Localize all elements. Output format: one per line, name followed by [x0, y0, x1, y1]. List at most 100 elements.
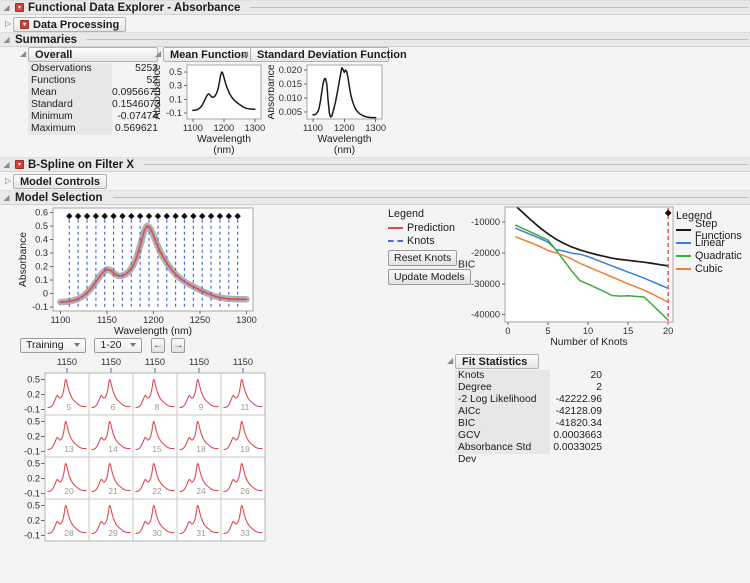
training-select-value: Training — [26, 339, 64, 351]
svg-text:BIC: BIC — [458, 260, 476, 271]
svg-text:-0.1: -0.1 — [32, 302, 48, 312]
training-select[interactable]: Training — [20, 337, 86, 353]
disclosure-closed-icon[interactable]: ▷ — [5, 20, 11, 28]
svg-text:0.2: 0.2 — [35, 262, 48, 272]
svg-text:-40000: -40000 — [471, 310, 500, 320]
svg-text:1250: 1250 — [190, 315, 211, 325]
reset-knots-button[interactable]: Reset Knots — [388, 250, 458, 266]
svg-text:1200: 1200 — [143, 315, 164, 325]
line-swatch — [676, 267, 691, 270]
fit-statistics-table: Knots 20 Degree 2 -2 Log Likelihood -42222.96… — [455, 370, 602, 465]
function-grid[interactable]: 1150 1150 1150 1150 1150 0.5 0.2 -0.1 5 6 8 9 11 0.5 0… — [20, 356, 270, 552]
table-row: Observations 5252 — [28, 63, 158, 75]
legend-item-label: Quadratic — [695, 249, 742, 262]
legend-item[interactable]: Step Functions — [676, 218, 750, 242]
red-triangle-menu-icon[interactable]: ▾ — [15, 3, 24, 12]
model-fit-chart[interactable]: 0.6 0.5 0.4 0.3 0.2 0.1 0 -0.11100 1150 1200 1250 1… — [14, 204, 276, 350]
svg-text:-0.1: -0.1 — [166, 108, 182, 118]
svg-text:-0.1: -0.1 — [24, 447, 40, 457]
mini-plot-id: 19 — [240, 444, 250, 454]
svg-text:Absorbance: Absorbance — [18, 232, 29, 287]
section-title: Model Selection — [15, 191, 103, 204]
mini-plot-id: 30 — [152, 528, 162, 538]
disclosure-open-icon[interactable]: ◢ — [155, 50, 161, 58]
divider — [144, 164, 748, 165]
mini-plot-id: 20 — [64, 486, 74, 496]
previous-page-button[interactable]: ← — [150, 338, 165, 353]
table-row-label: Knots — [455, 370, 550, 382]
legend-item[interactable]: Quadratic — [676, 249, 750, 262]
mini-plot-id: 24 — [196, 486, 206, 496]
next-page-button[interactable]: → — [171, 338, 186, 353]
svg-text:1150: 1150 — [97, 315, 117, 325]
mini-plot-id: 18 — [196, 444, 206, 454]
disclosure-open-icon[interactable]: ◢ — [447, 357, 453, 365]
table-row: GCV 0.0003663 — [455, 430, 602, 442]
mini-plot-id: 5 — [67, 402, 72, 412]
svg-text:0.3: 0.3 — [35, 248, 48, 258]
disclosure-open-icon[interactable]: ◢ — [2, 193, 11, 202]
range-select[interactable]: 1-20 — [94, 337, 143, 353]
svg-text:1300: 1300 — [236, 315, 257, 325]
svg-text:5: 5 — [545, 326, 550, 336]
section-header-std-function[interactable]: Standard Deviation Function — [250, 47, 407, 62]
section-title: Model Controls — [20, 175, 101, 188]
svg-text:0.5: 0.5 — [27, 417, 40, 427]
disclosure-open-icon[interactable]: ◢ — [2, 35, 11, 44]
red-triangle-menu-icon[interactable]: ▾ — [20, 20, 29, 29]
svg-text:1150: 1150 — [101, 357, 121, 367]
mini-plot-id: 21 — [108, 486, 118, 496]
svg-text:0: 0 — [505, 326, 510, 336]
line-swatch — [676, 241, 691, 244]
section-header-model-controls[interactable]: Model Controls — [13, 174, 108, 189]
svg-text:15: 15 — [623, 326, 633, 336]
section-header-overall[interactable]: Overall — [28, 47, 158, 62]
disclosure-open-icon[interactable]: ◢ — [20, 50, 26, 58]
table-row-label: BIC — [455, 418, 550, 430]
table-row: Absorbance Std Dev 0.0033025 — [455, 442, 602, 465]
svg-text:Absorbance: Absorbance — [152, 64, 163, 119]
section-header-data-processing[interactable]: ▾ Data Processing — [13, 17, 127, 32]
overall-table: Observations 5252 Functions 52 Mean 0.0956673… — [28, 63, 161, 135]
table-row-label: Maximum — [28, 123, 112, 135]
svg-text:(nm): (nm) — [334, 145, 355, 156]
table-row-label: Functions — [28, 75, 112, 87]
disclosure-open-icon[interactable]: ◢ — [2, 160, 11, 169]
svg-text:-0.1: -0.1 — [24, 531, 40, 541]
mini-plot-id: 14 — [108, 444, 118, 454]
disclosure-open-icon[interactable]: ◢ — [242, 50, 248, 58]
report-title-band: ◢ ▾ Functional Data Explorer - Absorbanc… — [0, 0, 750, 15]
section-title: Data Processing — [33, 18, 120, 31]
table-row-value: 0.0003663 — [553, 430, 602, 441]
std-function-chart: 0.020 0.015 0.010 0.0051100 1200 1300Waveleng… — [268, 64, 386, 156]
table-row: -2 Log Likelihood -42222.96 — [455, 394, 602, 406]
section-title: Mean Function — [170, 48, 248, 61]
svg-text:1150: 1150 — [57, 357, 77, 367]
svg-text:0.010: 0.010 — [279, 93, 302, 103]
svg-text:1200: 1200 — [214, 123, 235, 133]
legend-item[interactable]: Cubic — [676, 262, 750, 275]
page-title: Functional Data Explorer - Absorbance — [28, 1, 241, 14]
red-triangle-menu-icon[interactable]: ▾ — [15, 160, 24, 169]
disclosure-open-icon[interactable]: ◢ — [2, 3, 11, 12]
mini-plot-id: 28 — [64, 528, 74, 538]
svg-text:0.2: 0.2 — [27, 432, 40, 442]
table-row-label: Observations — [28, 63, 112, 75]
disclosure-closed-icon[interactable]: ▷ — [5, 177, 11, 185]
chevron-down-icon — [74, 343, 80, 347]
section-header-fit-statistics[interactable]: Fit Statistics — [455, 354, 539, 369]
summaries-band: ◢ Summaries — [0, 32, 750, 47]
svg-text:1100: 1100 — [303, 123, 323, 133]
line-swatch — [676, 228, 691, 231]
function-pager: Training 1-20 ← → — [20, 335, 187, 353]
svg-text:1150: 1150 — [145, 357, 165, 367]
table-row-value: 0.0033025 — [553, 442, 602, 453]
svg-text:0.2: 0.2 — [27, 474, 40, 484]
table-row-label: AICc — [455, 406, 550, 418]
svg-text:0.020: 0.020 — [279, 65, 302, 75]
svg-text:0.2: 0.2 — [27, 516, 40, 526]
legend-item-label: Knots — [407, 234, 435, 247]
table-row-value: 2 — [596, 382, 602, 393]
svg-text:0.5: 0.5 — [35, 221, 48, 231]
divider — [112, 197, 748, 198]
